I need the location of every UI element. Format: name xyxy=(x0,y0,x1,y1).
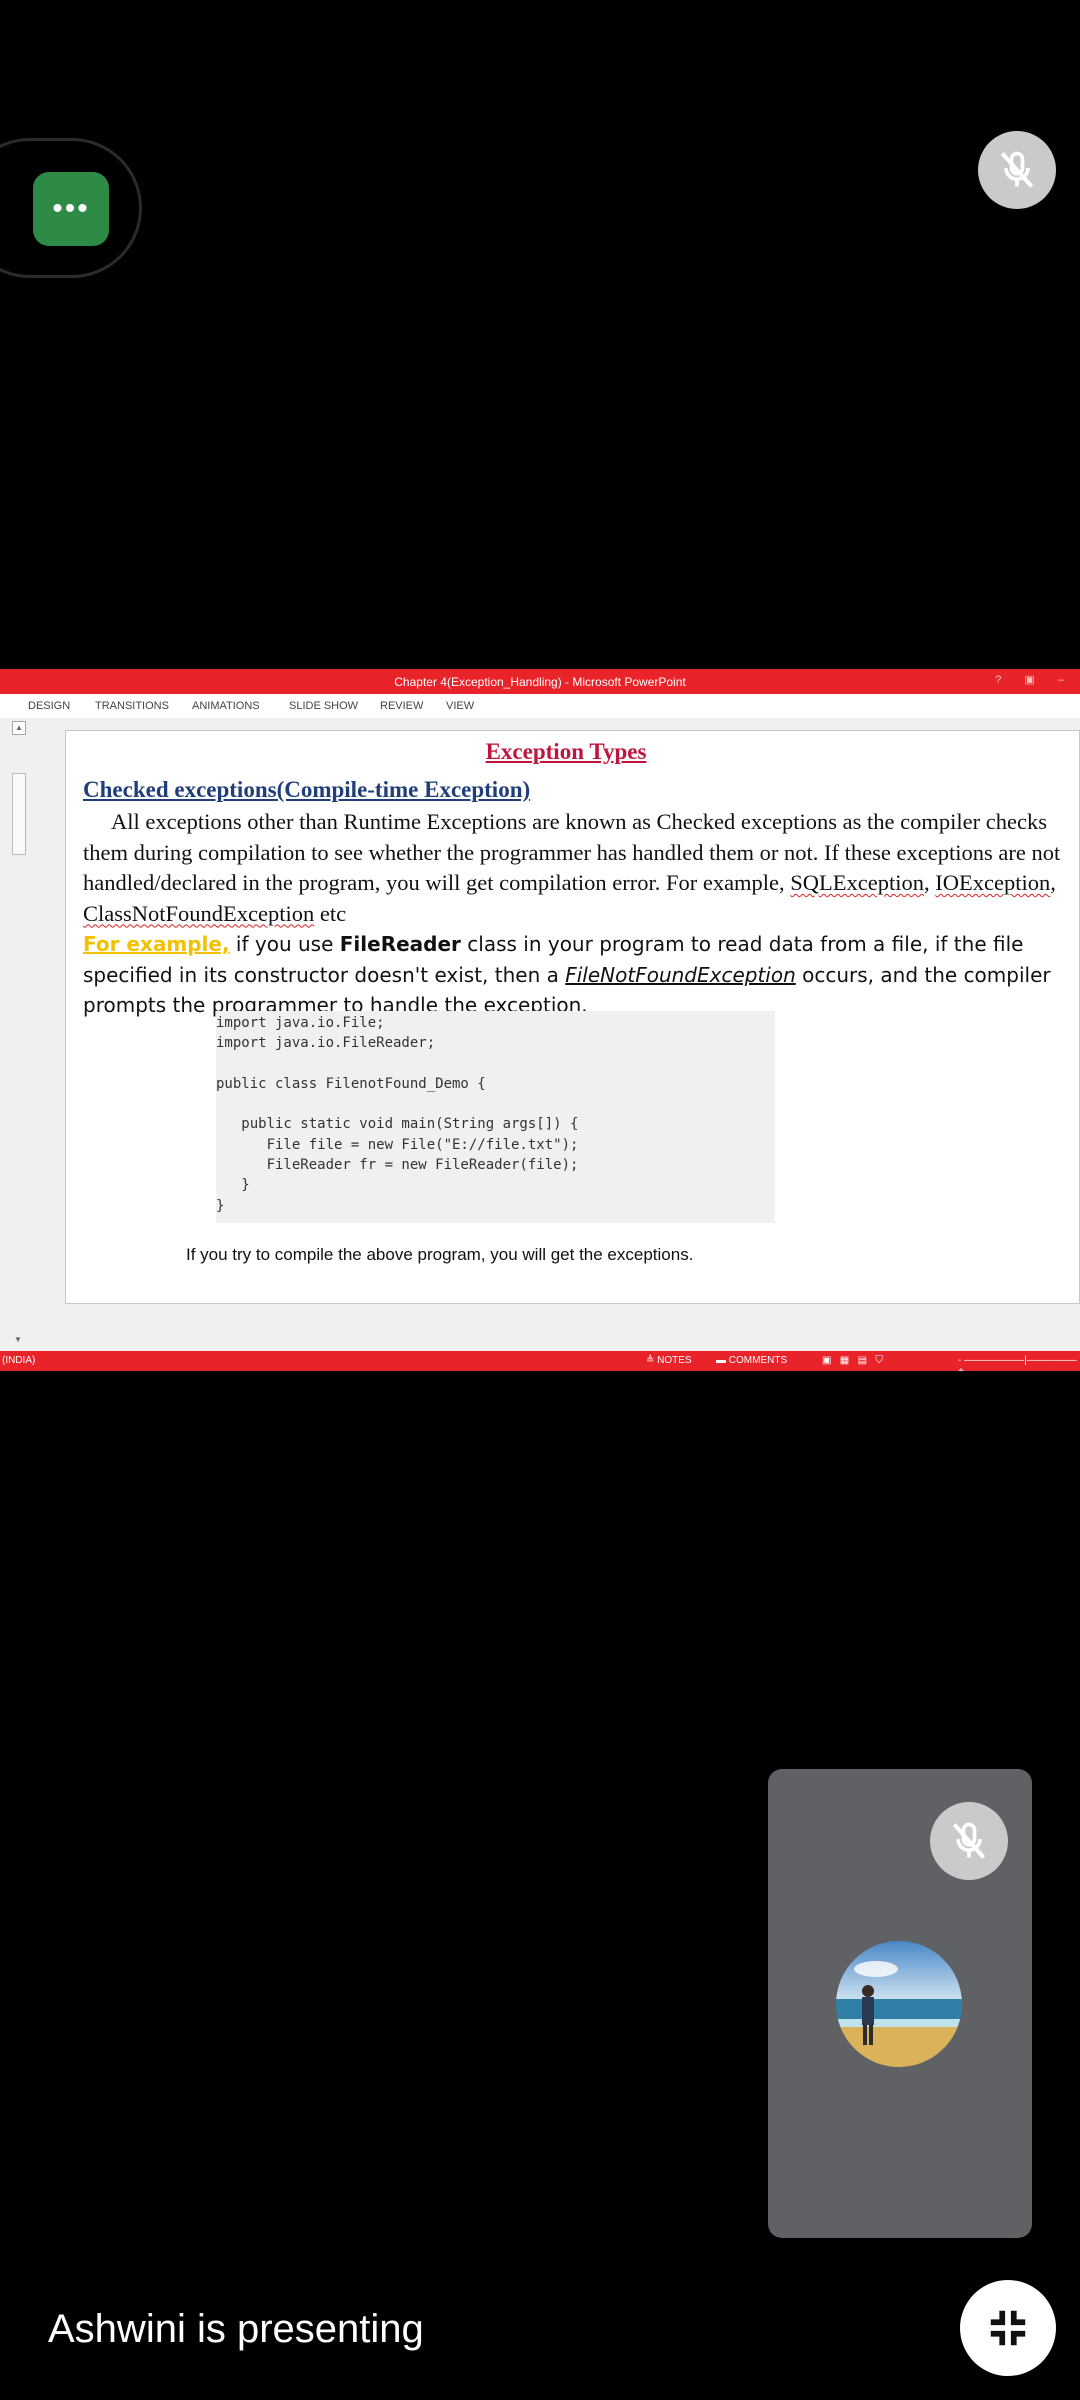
slide-title: Exception Types xyxy=(485,739,647,764)
presenting-status: Ashwini is presenting xyxy=(48,2307,424,2351)
more-options-icon: ••• xyxy=(52,192,90,225)
para1-example-3: ClassNotFoundException xyxy=(83,900,315,926)
para1-example-2: IOException xyxy=(935,870,1051,895)
zoom-slider: - ——————|————— + xyxy=(958,1355,1077,1371)
slide-paragraph-2: For example, if you use FileReader class… xyxy=(83,929,1073,1021)
slide-paragraph-1: All exceptions other than Runtime Except… xyxy=(83,807,1063,929)
code-line: import java.io.FileReader; xyxy=(216,1035,436,1052)
mic-off-icon xyxy=(952,1822,986,1859)
slide: Exception Types Checked exceptions(Compi… xyxy=(65,730,1080,1304)
code-line: public class FilenotFound_Demo { xyxy=(216,1075,486,1092)
code-line: } xyxy=(216,1197,225,1214)
participant-tile[interactable] xyxy=(768,1769,1032,2238)
code-line: public static void main(String args[]) { xyxy=(216,1116,579,1133)
mic-off-icon xyxy=(1000,151,1034,188)
shared-screen: Chapter 4(Exception_Handling) - Microsof… xyxy=(0,669,1080,1371)
vertical-scrollbar: ▲ ▼ xyxy=(10,718,26,1351)
slide-heading: Checked exceptions(Compile-time Exceptio… xyxy=(83,777,531,802)
code-block: import java.io.File; import java.io.FileR… xyxy=(216,1011,775,1223)
view-icons: ▣ ▦ ▤ ⛉ xyxy=(822,1355,883,1366)
status-language: (INDIA) xyxy=(2,1355,36,1366)
scroll-down-icon: ▼ xyxy=(14,1335,22,1344)
participant-mic-muted-icon xyxy=(930,1802,1008,1880)
tab-view: VIEW xyxy=(446,700,475,712)
para2-text-a: if you use xyxy=(229,932,340,956)
para1-sep-1: , xyxy=(924,870,936,895)
collapse-icon xyxy=(990,2310,1026,2346)
presenter-mic-muted-icon xyxy=(978,131,1056,209)
code-line: } xyxy=(216,1177,250,1194)
para2-bold: FileReader xyxy=(339,932,461,956)
window-title: Chapter 4(Exception_Handling) - Microsof… xyxy=(394,674,686,689)
notes-button: ≜ NOTES xyxy=(646,1355,692,1366)
status-bar: (INDIA) ≜ NOTES ▬ COMMENTS ▣ ▦ ▤ ⛉ - ———… xyxy=(0,1351,1080,1371)
tab-design: DESIGN xyxy=(28,700,71,712)
avatar xyxy=(836,1941,962,2067)
tab-review: REVIEW xyxy=(380,700,424,712)
window-controls: ? ▣ – xyxy=(995,674,1074,686)
code-line: File file = new File("E://file.txt"); xyxy=(216,1136,579,1153)
para2-highlight: For example, xyxy=(83,932,230,956)
scroll-thumb xyxy=(12,773,26,855)
comments-button: ▬ COMMENTS xyxy=(716,1355,788,1366)
slide-workarea: ▲ ▼ Exception Types Checked exceptions(C… xyxy=(0,718,1080,1351)
tab-slide-show: SLIDE SHOW xyxy=(289,700,359,712)
ribbon-tabs: DESIGN TRANSITIONS ANIMATIONS SLIDE SHOW… xyxy=(0,694,1080,719)
more-options-button[interactable]: ••• xyxy=(33,172,109,246)
exit-fullscreen-button[interactable] xyxy=(960,2280,1056,2376)
para1-example-1: SQLException xyxy=(790,870,925,895)
window-titlebar: Chapter 4(Exception_Handling) - Microsof… xyxy=(0,669,1080,694)
para2-italic: FileNotFoundException xyxy=(565,962,796,987)
para1-end: etc xyxy=(314,900,347,926)
para1-sep-2: , xyxy=(1050,870,1056,895)
tab-transitions: TRANSITIONS xyxy=(95,700,169,712)
tab-animations: ANIMATIONS xyxy=(192,700,260,712)
slide-caption: If you try to compile the above program,… xyxy=(186,1245,694,1264)
scroll-up-icon: ▲ xyxy=(12,721,26,735)
code-line: FileReader fr = new FileReader(file); xyxy=(216,1157,579,1174)
code-line: import java.io.File; xyxy=(216,1015,385,1031)
